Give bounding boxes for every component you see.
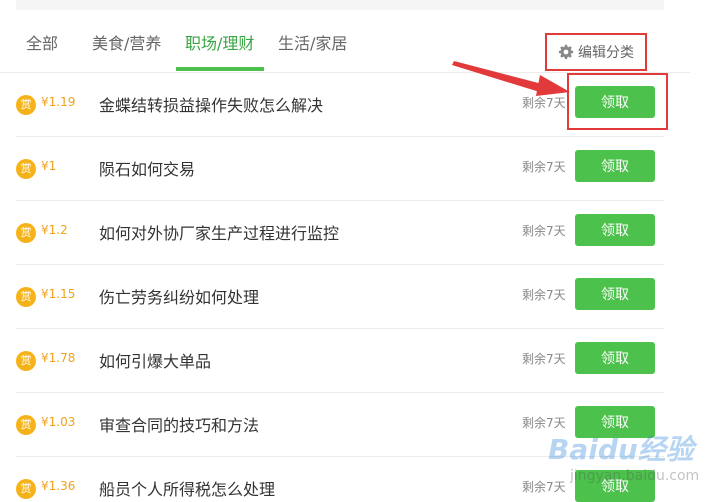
claim-button[interactable]: 领取: [575, 86, 655, 118]
task-title[interactable]: 陨石如何交易: [99, 156, 195, 180]
remaining-time: 剩余7天: [522, 352, 566, 366]
reward-badge: 赏: [16, 479, 36, 499]
tab-food-nutrition[interactable]: 美食/营养: [92, 30, 161, 54]
claim-button[interactable]: 领取: [575, 150, 655, 182]
task-row: 赏 ¥1.03 审查合同的技巧和方法 剩余7天 领取: [16, 393, 664, 457]
remaining-time: 剩余7天: [522, 224, 566, 238]
task-title[interactable]: 审查合同的技巧和方法: [99, 412, 259, 436]
task-title[interactable]: 伤亡劳务纠纷如何处理: [99, 284, 259, 308]
task-page: 全部 美食/营养 职场/理财 生活/家居 编辑分类 赏 ¥1.19 金蝶结转损益…: [0, 0, 711, 502]
active-tab-underline: [176, 67, 264, 71]
task-row: 赏 ¥1.36 船员个人所得税怎么处理 剩余7天 领取: [16, 457, 664, 502]
reward-badge: 赏: [16, 95, 36, 115]
edit-category-button[interactable]: 编辑分类: [545, 33, 647, 71]
claim-button[interactable]: 领取: [575, 342, 655, 374]
task-title[interactable]: 金蝶结转损益操作失败怎么解决: [99, 92, 323, 116]
tab-career-finance[interactable]: 职场/理财: [185, 30, 254, 54]
tab-all[interactable]: 全部: [26, 30, 58, 54]
claim-button[interactable]: 领取: [575, 406, 655, 438]
claim-button[interactable]: 领取: [575, 214, 655, 246]
remaining-time: 剩余7天: [522, 96, 566, 110]
gear-icon: [558, 44, 574, 59]
reward-amount: ¥1: [41, 159, 57, 173]
task-row: 赏 ¥1.2 如何对外协厂家生产过程进行监控 剩余7天 领取: [16, 201, 664, 265]
category-tabs: 全部 美食/营养 职场/理财 生活/家居 编辑分类: [0, 12, 690, 73]
task-title[interactable]: 船员个人所得税怎么处理: [99, 476, 275, 500]
reward-badge: 赏: [16, 223, 36, 243]
remaining-time: 剩余7天: [522, 160, 566, 174]
claim-button[interactable]: 领取: [575, 278, 655, 310]
task-row: 赏 ¥1 陨石如何交易 剩余7天 领取: [16, 137, 664, 201]
tab-life-home[interactable]: 生活/家居: [278, 30, 347, 54]
task-list: 赏 ¥1.19 金蝶结转损益操作失败怎么解决 剩余7天 领取 赏 ¥1 陨石如何…: [0, 73, 690, 502]
task-row: 赏 ¥1.78 如何引爆大单品 剩余7天 领取: [16, 329, 664, 393]
claim-button[interactable]: 领取: [575, 470, 655, 502]
task-title[interactable]: 如何引爆大单品: [99, 348, 211, 372]
reward-amount: ¥1.03: [41, 415, 76, 429]
reward-amount: ¥1.78: [41, 351, 76, 365]
reward-amount: ¥1.15: [41, 287, 76, 301]
remaining-time: 剩余7天: [522, 416, 566, 430]
remaining-time: 剩余7天: [522, 480, 566, 494]
top-strip: [16, 0, 664, 10]
remaining-time: 剩余7天: [522, 288, 566, 302]
reward-amount: ¥1.36: [41, 479, 76, 493]
task-title[interactable]: 如何对外协厂家生产过程进行监控: [99, 220, 339, 244]
reward-badge: 赏: [16, 351, 36, 371]
reward-badge: 赏: [16, 287, 36, 307]
task-row: 赏 ¥1.15 伤亡劳务纠纷如何处理 剩余7天 领取: [16, 265, 664, 329]
reward-amount: ¥1.2: [41, 223, 68, 237]
reward-amount: ¥1.19: [41, 95, 76, 109]
task-row: 赏 ¥1.19 金蝶结转损益操作失败怎么解决 剩余7天 领取: [16, 73, 664, 137]
reward-badge: 赏: [16, 159, 36, 179]
reward-badge: 赏: [16, 415, 36, 435]
edit-category-label: 编辑分类: [578, 45, 634, 61]
